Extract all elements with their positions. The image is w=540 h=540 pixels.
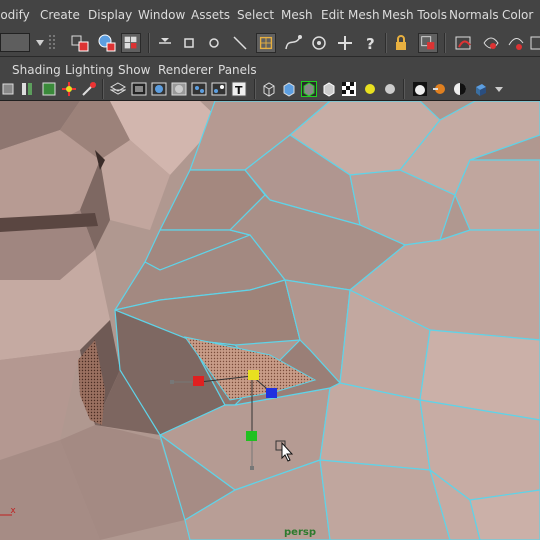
menu-set-dropdown[interactable] [0, 33, 30, 52]
svg-text:T: T [235, 84, 243, 97]
menu-select[interactable]: Select [237, 8, 274, 22]
hardware-texturing-icon[interactable] [472, 81, 488, 97]
panel-menu-renderer[interactable]: Renderer [158, 63, 213, 77]
perspective-viewport[interactable] [0, 101, 540, 540]
default-material-icon[interactable] [412, 81, 428, 97]
panel-menu-lighting[interactable]: Lighting [65, 63, 114, 77]
input-ops-icon[interactable] [418, 33, 438, 53]
xray-icon[interactable] [382, 81, 398, 97]
select-by-hierarchy-icon[interactable] [70, 33, 90, 53]
axis-indicator-label: _x [5, 506, 16, 516]
menu-color[interactable]: Color [502, 8, 533, 22]
ambient-occlusion-icon[interactable] [432, 81, 448, 97]
camera-attributes-icon[interactable] [2, 81, 18, 97]
wireframe-on-shaded-icon[interactable] [261, 81, 277, 97]
question-icon[interactable]: ? [361, 33, 381, 53]
menu-mesh-tools[interactable]: Mesh Tools [382, 8, 447, 22]
field-chart-icon[interactable] [151, 81, 167, 97]
snap-curve-icon[interactable] [283, 33, 303, 53]
resolution-gate-icon[interactable] [110, 81, 126, 97]
menu-assets[interactable]: Assets [191, 8, 230, 22]
rotate-axis-icon[interactable] [155, 33, 175, 53]
smooth-shade-icon[interactable] [211, 81, 227, 97]
lock-icon[interactable] [391, 33, 411, 53]
dropdown-arrow-icon[interactable] [492, 81, 508, 97]
select-by-object-icon[interactable] [97, 33, 117, 53]
svg-text:?: ? [366, 35, 375, 53]
panel-menu-show[interactable]: Show [118, 63, 150, 77]
menu-create[interactable]: Create [40, 8, 80, 22]
use-lights-icon[interactable] [281, 81, 297, 97]
shadows-icon[interactable] [301, 81, 317, 97]
circle-icon[interactable] [204, 33, 224, 53]
textured-icon[interactable]: T [231, 81, 247, 97]
panel-toolbar: T [0, 79, 540, 101]
bookmarks-icon[interactable] [20, 81, 36, 97]
construction-history-icon[interactable] [454, 33, 474, 53]
snap-plane-icon[interactable] [335, 33, 355, 53]
menu-edit-mesh[interactable]: Edit Mesh [321, 8, 380, 22]
panel-menu-panels[interactable]: Panels [218, 63, 257, 77]
menu-mesh[interactable]: Mesh [281, 8, 313, 22]
isolate-select-icon[interactable] [362, 81, 378, 97]
main-menu-bar: lodify Create Display Window Assets Sele… [0, 0, 540, 31]
render-settings-icon[interactable] [529, 33, 540, 53]
toolbar-separator [102, 79, 104, 99]
panel-menu-shading[interactable]: Shading [12, 63, 61, 77]
render-frame-icon[interactable] [481, 33, 501, 53]
toolbar-separator [148, 33, 150, 53]
toolbar-separator [385, 33, 387, 53]
motion-blur-icon[interactable] [341, 81, 357, 97]
menu-display[interactable]: Display [88, 8, 132, 22]
half-shaded-icon[interactable] [452, 81, 468, 97]
toolbar-separator [254, 79, 256, 99]
wireframe-icon[interactable] [191, 81, 207, 97]
menu-modify[interactable]: lodify [0, 8, 30, 22]
status-line: ? [0, 30, 540, 57]
select-by-component-icon[interactable] [121, 33, 141, 53]
grid-toggle-icon[interactable] [61, 81, 77, 97]
separator-icon [49, 35, 55, 51]
panel-menu-bar: Shading Lighting Show Renderer Panels [0, 57, 540, 79]
screen-space-ao-icon[interactable] [321, 81, 337, 97]
mesh-render [0, 101, 540, 540]
menu-normals[interactable]: Normals [449, 8, 499, 22]
toolbar-separator [403, 79, 405, 99]
snap-grid-icon[interactable] [256, 33, 276, 53]
ipr-render-icon[interactable] [506, 33, 526, 53]
safe-action-icon[interactable] [171, 81, 187, 97]
square-icon[interactable] [179, 33, 199, 53]
snap-point-icon[interactable] [309, 33, 329, 53]
film-gate-icon[interactable] [81, 81, 97, 97]
menu-window[interactable]: Window [138, 8, 185, 22]
camera-name-label: persp [284, 527, 316, 538]
line-icon[interactable] [230, 33, 250, 53]
image-plane-icon[interactable] [41, 81, 57, 97]
gate-mask-icon[interactable] [131, 81, 147, 97]
toolbar-separator [444, 33, 446, 53]
